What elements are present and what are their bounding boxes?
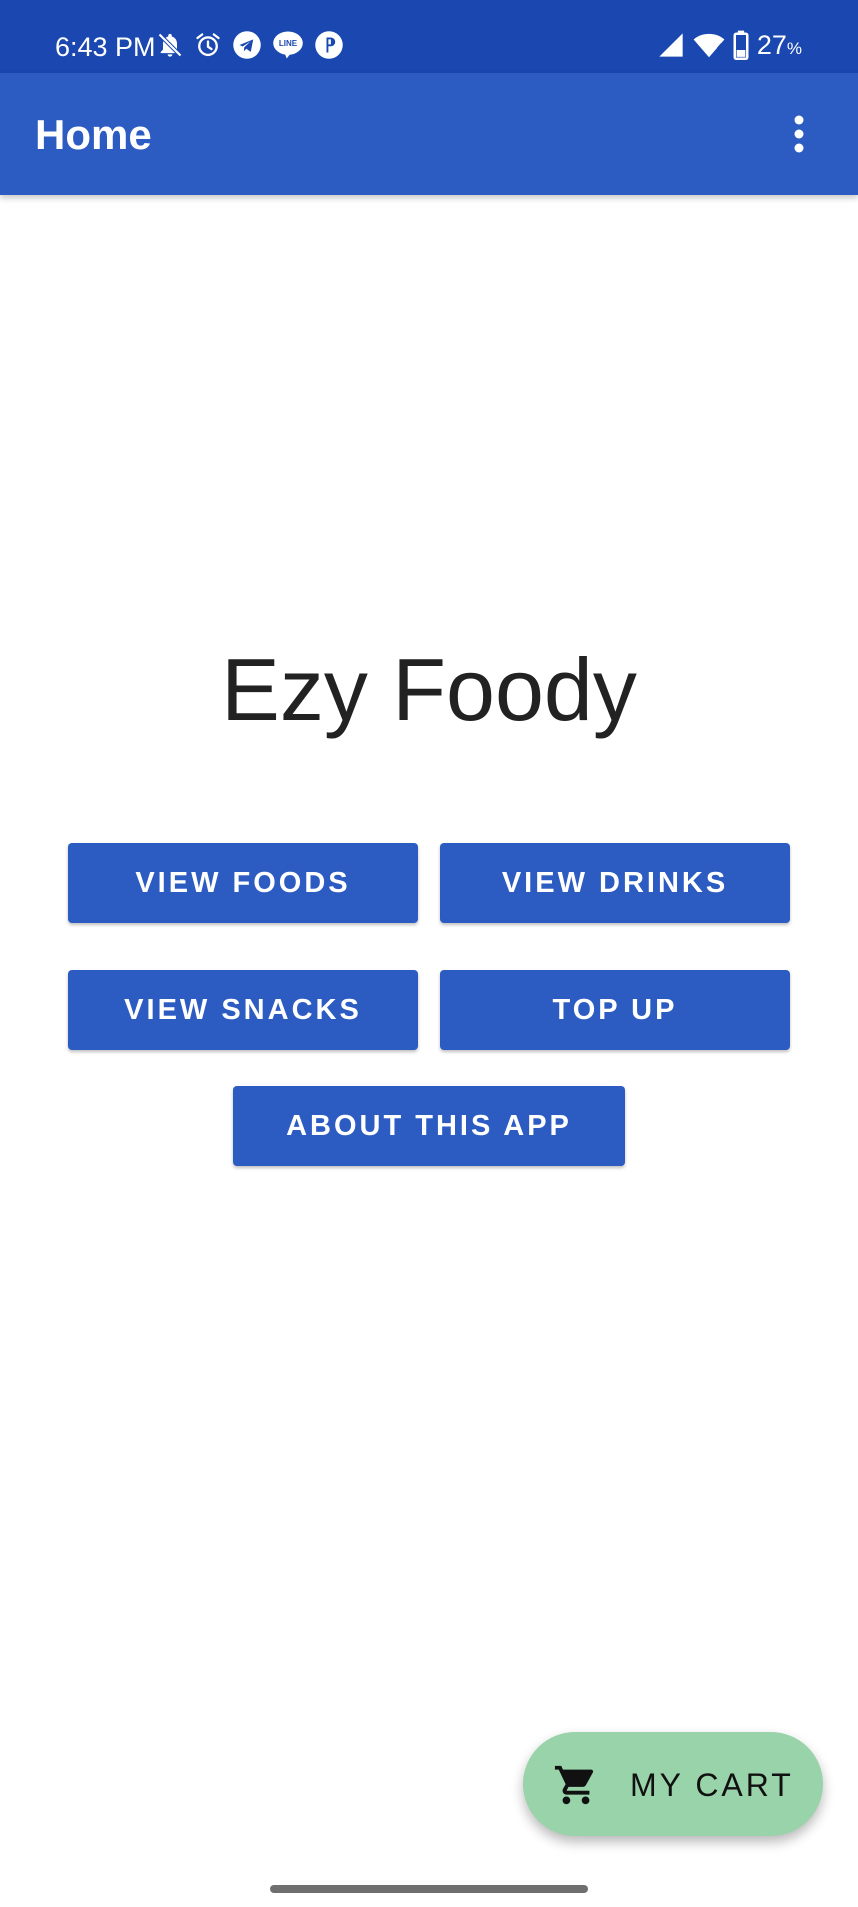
notification-icons: LINE [156,30,344,64]
alarm-icon [194,31,222,64]
top-up-button[interactable]: TOP UP [440,970,790,1050]
telegram-icon [232,30,262,65]
system-icons: 27% [657,30,802,64]
status-bar: 6:43 PM LINE 27% [0,0,858,73]
cart-icon [553,1762,599,1808]
view-drinks-button[interactable]: VIEW DRINKS [440,843,790,923]
view-foods-button[interactable]: VIEW FOODS [68,843,418,923]
gesture-nav-bar[interactable] [270,1885,588,1893]
signal-icon [657,31,685,64]
battery-icon [733,30,749,65]
status-time: 6:43 PM [55,32,156,62]
wifi-icon [693,31,725,64]
about-app-button[interactable]: ABOUT THIS APP [233,1086,625,1166]
bell-off-icon [156,31,184,64]
view-snacks-button[interactable]: VIEW SNACKS [68,970,418,1050]
my-cart-label: MY CART [630,1767,794,1803]
my-cart-button[interactable]: MY CART [523,1732,823,1836]
app-bar: Home [0,73,858,195]
home-screen: 6:43 PM LINE 27% Home Ezy Foody VIEW FOO… [0,0,858,1907]
brand-title: Ezy Foody [221,640,637,739]
app-bar-title: Home [35,111,152,158]
battery-percent: 27% [756,30,802,60]
pinterest-icon [314,30,344,65]
line-icon: LINE [272,30,304,65]
svg-text:LINE: LINE [279,39,298,48]
more-vert-icon[interactable] [770,105,828,163]
